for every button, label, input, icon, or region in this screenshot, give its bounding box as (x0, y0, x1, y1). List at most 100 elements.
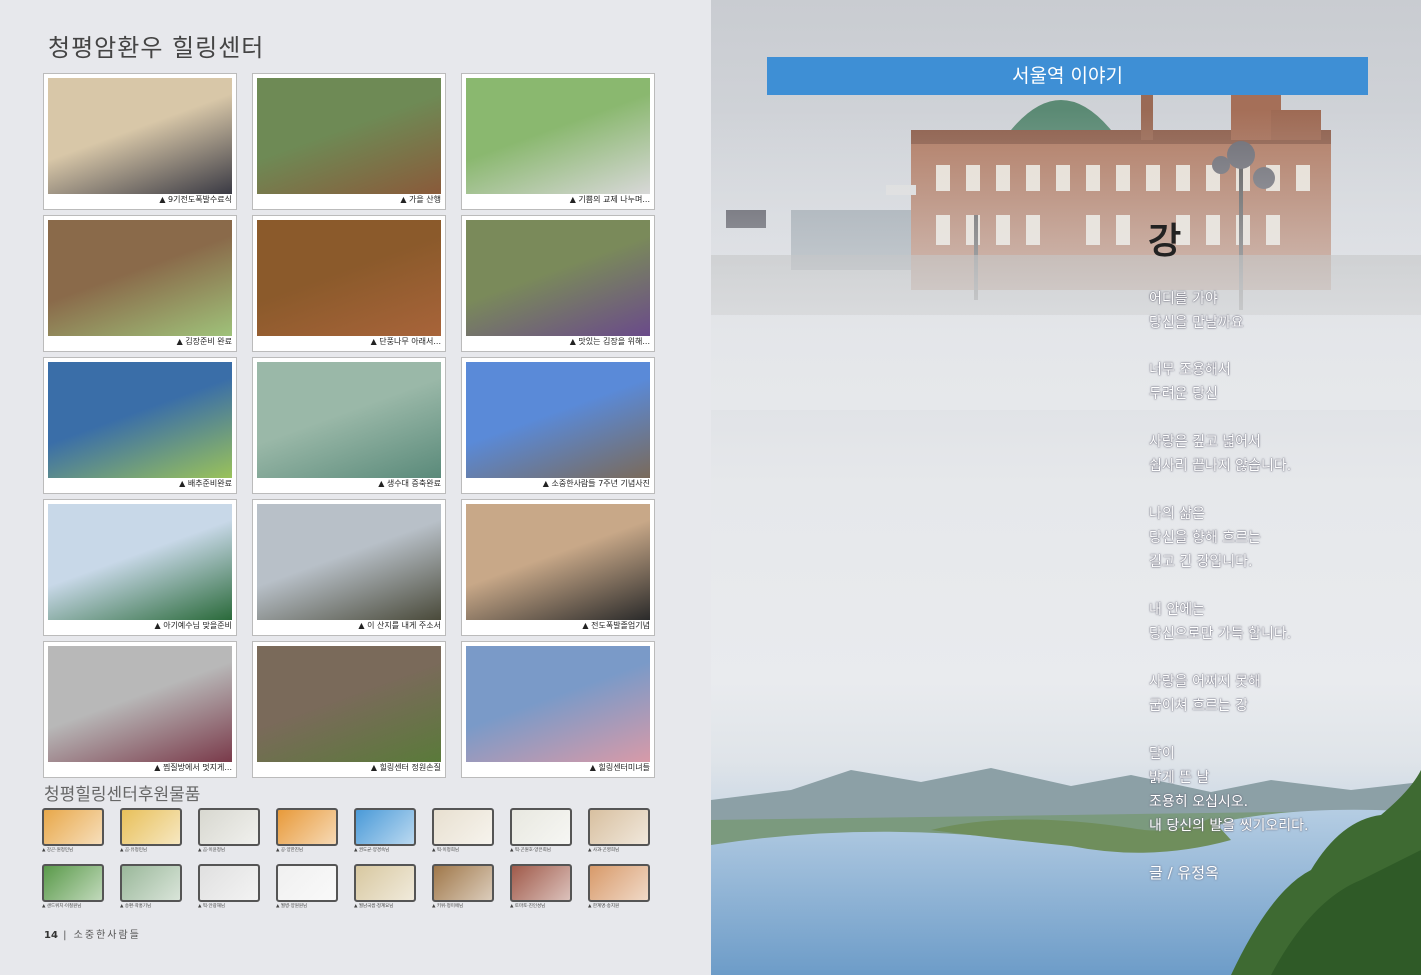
poem-stanza: 너무 조용해서 두려운 당신 (1149, 358, 1231, 406)
gift-photo (198, 808, 260, 846)
gift-caption: ▲ 키위·정미애님 (432, 904, 464, 909)
photo-card: ▲ 9기전도폭발수료식 (43, 73, 237, 210)
poem-line: 당신을 향해 흐르는 (1149, 530, 1261, 546)
footer-divider: | (63, 930, 74, 941)
gift-thumbnail: ▲ 송편·곽홍기님 (120, 864, 184, 910)
photo-image (466, 362, 650, 478)
photo-caption: ▲ 힐링센터미녀들 (589, 763, 650, 772)
gift-thumbnail: ▲ 공·양한진님 (276, 808, 340, 854)
gift-photo (432, 864, 494, 902)
photo-image (257, 220, 441, 336)
poem-line: 당신으로만 가득 합니다. (1149, 626, 1292, 642)
gift-thumbnail: ▲ 사과·곤영희님 (588, 808, 652, 854)
article-banner: 서울역 이야기 (767, 57, 1368, 95)
gift-thumbnail: ▲ 곰·이윤정님 (198, 808, 262, 854)
photo-card: ▲ 가을 산행 (252, 73, 446, 210)
gift-caption: ▲ 강곤·원정민님 (42, 848, 74, 853)
poem-stanza: 달이 밝게 뜬 날 조용히 오십시오. 내 당신의 발을 씻기오리다. (1149, 742, 1308, 838)
gift-caption: ▲ 떡·이정희님 (432, 848, 460, 853)
poem-line: 당신을 만날까요 (1149, 315, 1244, 331)
gift-photo (510, 808, 572, 846)
poem-line: 너무 조용해서 (1149, 362, 1231, 378)
photo-image (257, 646, 441, 762)
gift-photo (510, 864, 572, 902)
gift-photo (120, 808, 182, 846)
gift-thumbnail: ▲ 한계명·송지원 (588, 864, 652, 910)
poem-line: 사랑은 깊고 넓어서 (1149, 434, 1261, 450)
photo-card: ▲ 소중한사람들 7주년 기념사진 (461, 357, 655, 494)
left-page: 청평암환우 힐링센터 ▲ 9기전도폭발수료식 ▲ 가을 산행 ▲ 기쁨의 교제 나누… (0, 0, 711, 975)
photo-image (466, 504, 650, 620)
photo-image (48, 504, 232, 620)
photo-card: ▲ 맛있는 김장을 위해... (461, 215, 655, 352)
gift-caption: ▲ 월남국쌈·정계요님 (354, 904, 394, 909)
photo-card: ▲ 찜질방에서 멋지게... (43, 641, 237, 778)
photo-caption: ▲ 9기전도폭발수료식 (159, 195, 232, 204)
gift-photo (588, 864, 650, 902)
gift-photo (42, 864, 104, 902)
page-footer: 14 | 소중한사람들 (44, 926, 141, 941)
photo-caption: ▲ 생수대 증축완료 (378, 479, 441, 488)
photo-image (257, 362, 441, 478)
gift-caption: ▲ 송편·곽홍기님 (120, 904, 152, 909)
photo-image (466, 78, 650, 194)
gift-thumbnail: ▲ 곰·유정민님 (120, 808, 184, 854)
gift-thumbnail: ▲ 권도균·양경숙님 (354, 808, 418, 854)
poem-stanza: 나의 삶은당신을 향해 흐르는길고 긴 강입니다. (1149, 502, 1261, 574)
photo-image (48, 362, 232, 478)
photo-card: ▲ 단풍나무 아래서... (252, 215, 446, 352)
right-page: 서울역 이야기 강 어디를 가야당신을 만날까요너무 조용해서 두려운 당신사랑은… (711, 0, 1421, 975)
gift-caption: ▲ 월병·양원원님 (276, 904, 308, 909)
gift-thumbnail: ▲ 토마토·진인성님 (510, 864, 574, 910)
photo-image (466, 220, 650, 336)
photo-caption: ▲ 이 산지를 내게 주소서 (358, 621, 441, 630)
poem-stanza: 사랑은 깊고 넓어서 쉽사리 끝나지 않습니다. (1149, 430, 1291, 478)
poem-stanza: 사랑을 어쩌지 못해 굽이쳐 흐르는 강 (1149, 670, 1261, 718)
poem-line: 어디를 가야 (1149, 291, 1218, 307)
gift-caption: ▲ 샌드위치·이철원님 (42, 904, 82, 909)
gift-thumbnail: ▲ 샌드위치·이철원님 (42, 864, 106, 910)
gift-photo (354, 808, 416, 846)
photo-caption: ▲ 배추준비완료 (179, 479, 232, 488)
gift-thumbnail: ▲ 떡·이정희님 (432, 808, 496, 854)
photo-caption: ▲ 맛있는 김장을 위해... (569, 337, 650, 346)
gift-caption: ▲ 한계명·송지원 (588, 904, 620, 909)
photo-card: ▲ 김장준비 완료 (43, 215, 237, 352)
gift-photo (432, 808, 494, 846)
poem-title: 강 (1148, 220, 1182, 262)
photo-image (466, 646, 650, 762)
poem-line: 내 안에는 (1149, 602, 1205, 618)
gift-caption: ▲ 토마토·진인성님 (510, 904, 546, 909)
photo-caption: ▲ 김장준비 완료 (176, 337, 232, 346)
photo-card: ▲ 생수대 증축완료 (252, 357, 446, 494)
gift-photo (276, 864, 338, 902)
poem-line: 길고 긴 강입니다. (1149, 554, 1253, 570)
gift-caption: ▲ 떡·곤원호·양은희님 (510, 848, 551, 853)
poem-line: 나의 삶은 (1149, 506, 1205, 522)
gift-caption: ▲ 곰·이윤정님 (198, 848, 226, 853)
poem-line: 달이 (1149, 746, 1175, 762)
gift-thumbnail: ▲ 월남국쌈·정계요님 (354, 864, 418, 910)
gift-photo (198, 864, 260, 902)
gift-photo (120, 864, 182, 902)
gift-caption: ▲ 사과·곤영희님 (588, 848, 620, 853)
donation-title: 청평힐링센터후원물품 (44, 785, 201, 805)
photo-card: ▲ 기쁨의 교제 나누며... (461, 73, 655, 210)
background-scene (711, 60, 1421, 975)
photo-card: ▲ 배추준비완료 (43, 357, 237, 494)
gift-thumbnail: ▲ 월병·양원원님 (276, 864, 340, 910)
photo-caption: ▲ 단풍나무 아래서... (370, 337, 441, 346)
photo-caption: ▲ 전도폭발졸업기념 (582, 621, 650, 630)
poem-line: 내 당신의 발을 씻기오리다. (1149, 818, 1309, 834)
poem-line: 조용히 오십시오. (1149, 794, 1249, 810)
photo-image (257, 78, 441, 194)
gift-thumbnail: ▲ 키위·정미애님 (432, 864, 496, 910)
photo-card: ▲ 아기예수님 맞을준비 (43, 499, 237, 636)
photo-card: ▲ 전도폭발졸업기념 (461, 499, 655, 636)
gift-thumbnail: ▲ 강곤·원정민님 (42, 808, 106, 854)
page-number: 14 (44, 930, 58, 941)
photo-image (48, 220, 232, 336)
photo-card: ▲ 이 산지를 내게 주소서 (252, 499, 446, 636)
magazine-name: 소중한사람들 (73, 930, 141, 941)
river-landscape-illustration (711, 768, 1421, 975)
